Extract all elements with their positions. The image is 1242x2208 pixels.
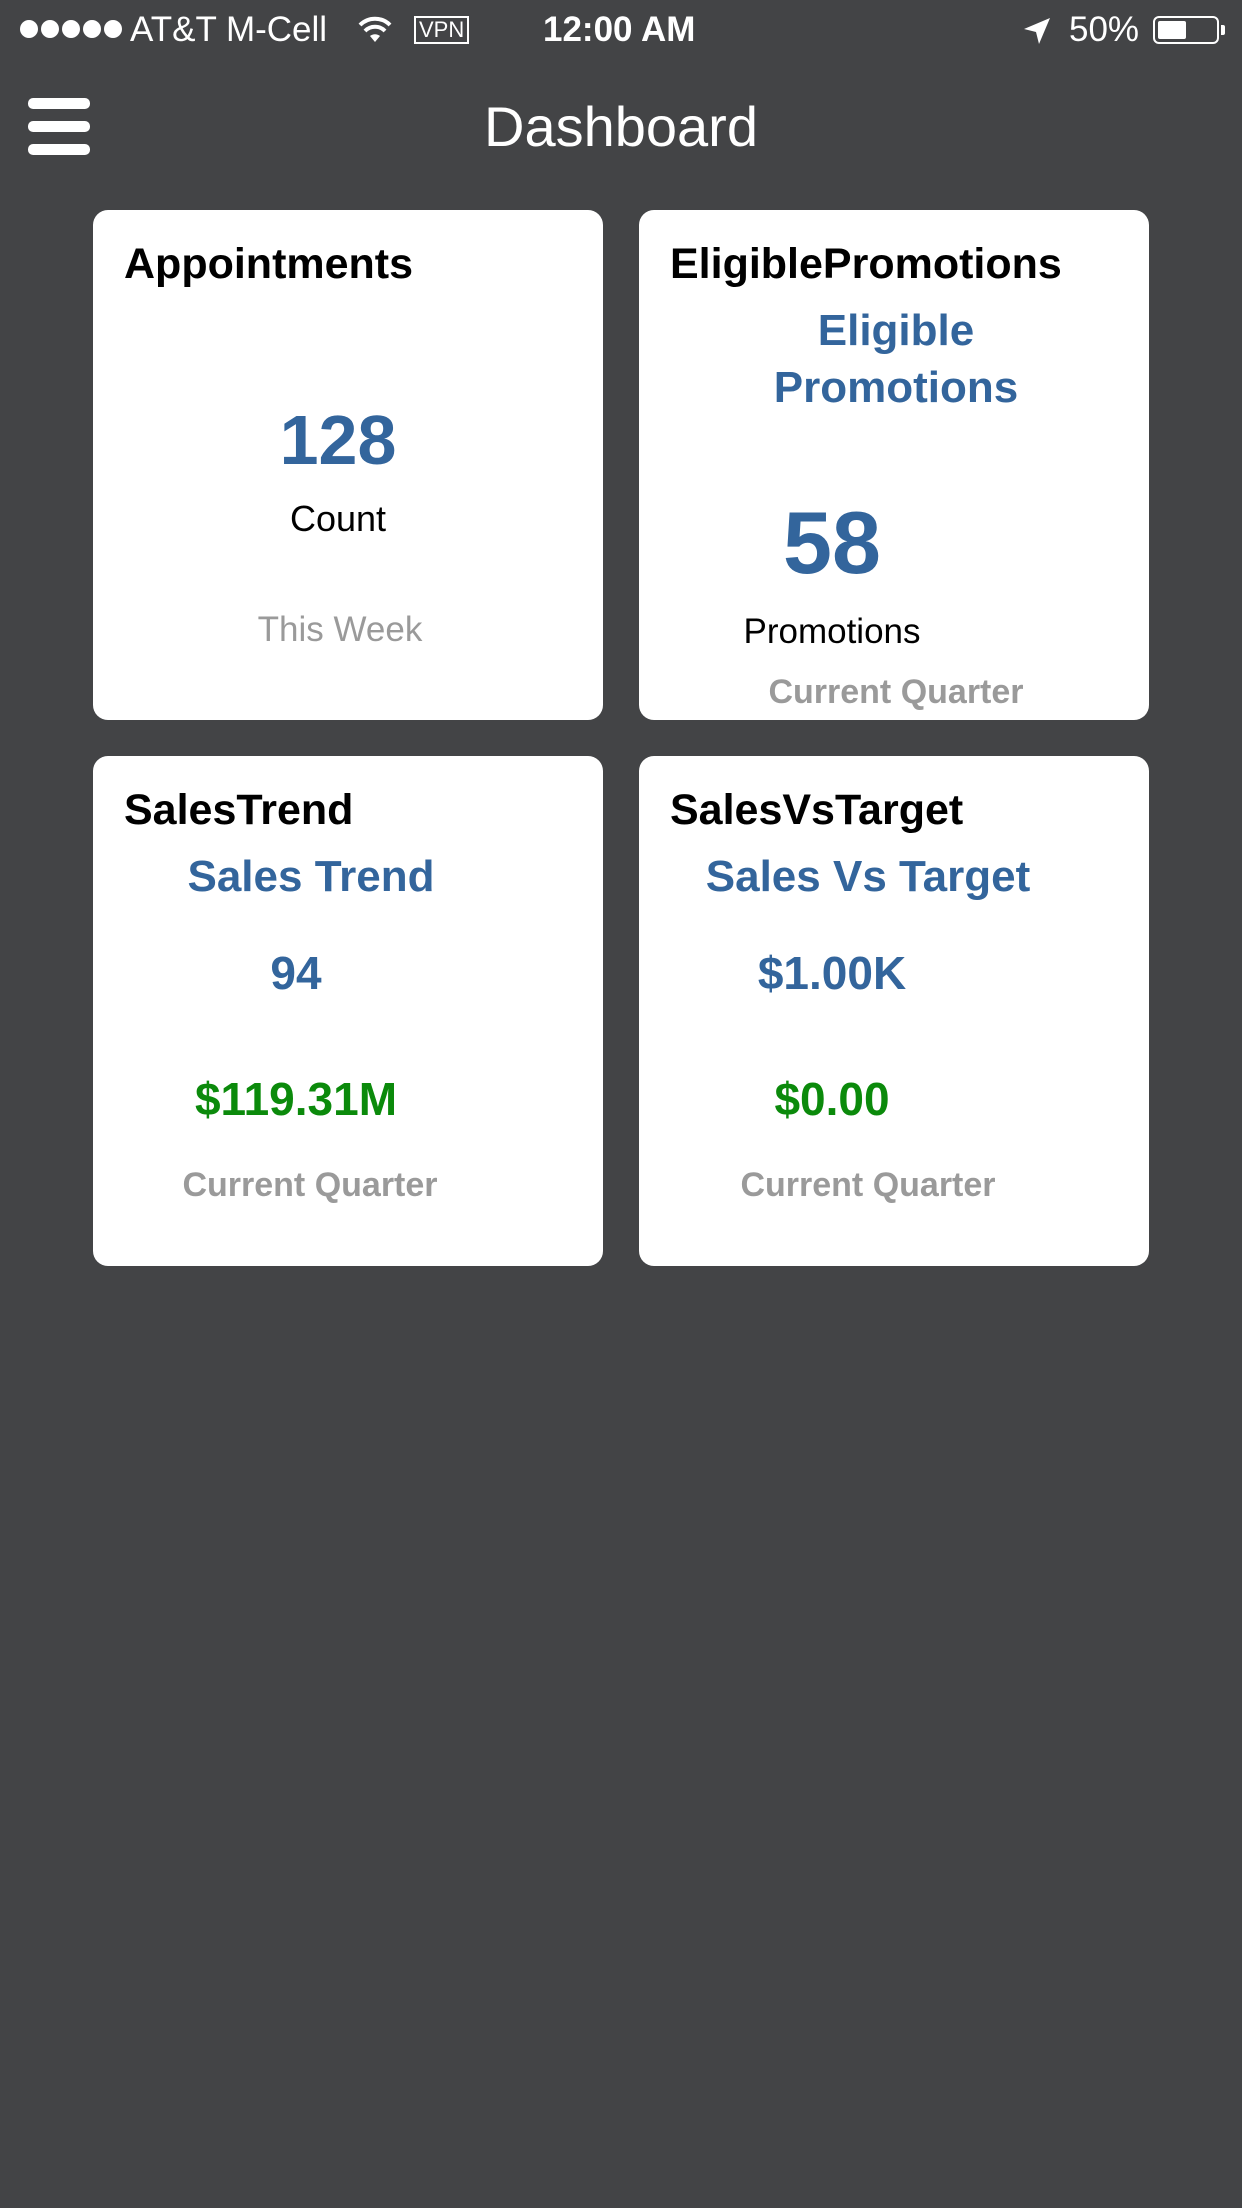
sales-vs-target-card[interactable]: SalesVsTarget Sales Vs Target $1.00K $0.… bbox=[639, 756, 1149, 1266]
sales-vs-target-subtitle: Sales Vs Target bbox=[705, 852, 1031, 901]
card-title: SalesTrend bbox=[124, 786, 354, 834]
sales-trend-period: Current Quarter bbox=[182, 1166, 438, 1204]
page-title: Dashboard bbox=[484, 95, 758, 158]
carrier-name: AT&T M-Cell bbox=[130, 10, 328, 49]
sales-vs-target-primary-value: $1.00K bbox=[757, 947, 907, 999]
appointments-count-value: 128 bbox=[279, 401, 397, 479]
sales-trend-card[interactable]: SalesTrend Sales Trend 94 $119.31M Curre… bbox=[93, 756, 603, 1266]
signal-strength-icon bbox=[20, 20, 122, 38]
location-arrow-icon bbox=[1024, 18, 1050, 44]
sales-trend-primary-value: 94 bbox=[270, 947, 322, 999]
navigation-bar: Dashboard bbox=[0, 62, 1242, 192]
promotions-period: Current Quarter bbox=[768, 673, 1024, 711]
card-title: SalesVsTarget bbox=[670, 786, 964, 834]
sales-vs-target-secondary-value: $0.00 bbox=[774, 1073, 890, 1125]
clock: 12:00 AM bbox=[543, 10, 696, 49]
battery-icon bbox=[1153, 16, 1225, 44]
sales-trend-secondary-value: $119.31M bbox=[194, 1073, 398, 1125]
promotions-count-value: 58 bbox=[783, 493, 881, 592]
promotions-subtitle-line1: Eligible bbox=[817, 306, 975, 355]
battery-percentage: 50% bbox=[1069, 10, 1140, 49]
vpn-badge: VPN bbox=[414, 16, 470, 44]
sales-vs-target-period: Current Quarter bbox=[740, 1166, 996, 1204]
card-title: EligiblePromotions bbox=[670, 240, 1062, 288]
wifi-icon bbox=[358, 16, 392, 42]
sales-trend-subtitle: Sales Trend bbox=[187, 852, 435, 901]
eligible-promotions-card[interactable]: EligiblePromotions Eligible Promotions 5… bbox=[639, 210, 1149, 720]
card-title: Appointments bbox=[124, 240, 414, 288]
promotions-count-label: Promotions bbox=[743, 612, 921, 651]
promotions-subtitle-line2: Promotions bbox=[773, 363, 1019, 412]
status-bar: AT&T M-Cell VPN 12:00 AM 50% bbox=[0, 0, 1242, 62]
